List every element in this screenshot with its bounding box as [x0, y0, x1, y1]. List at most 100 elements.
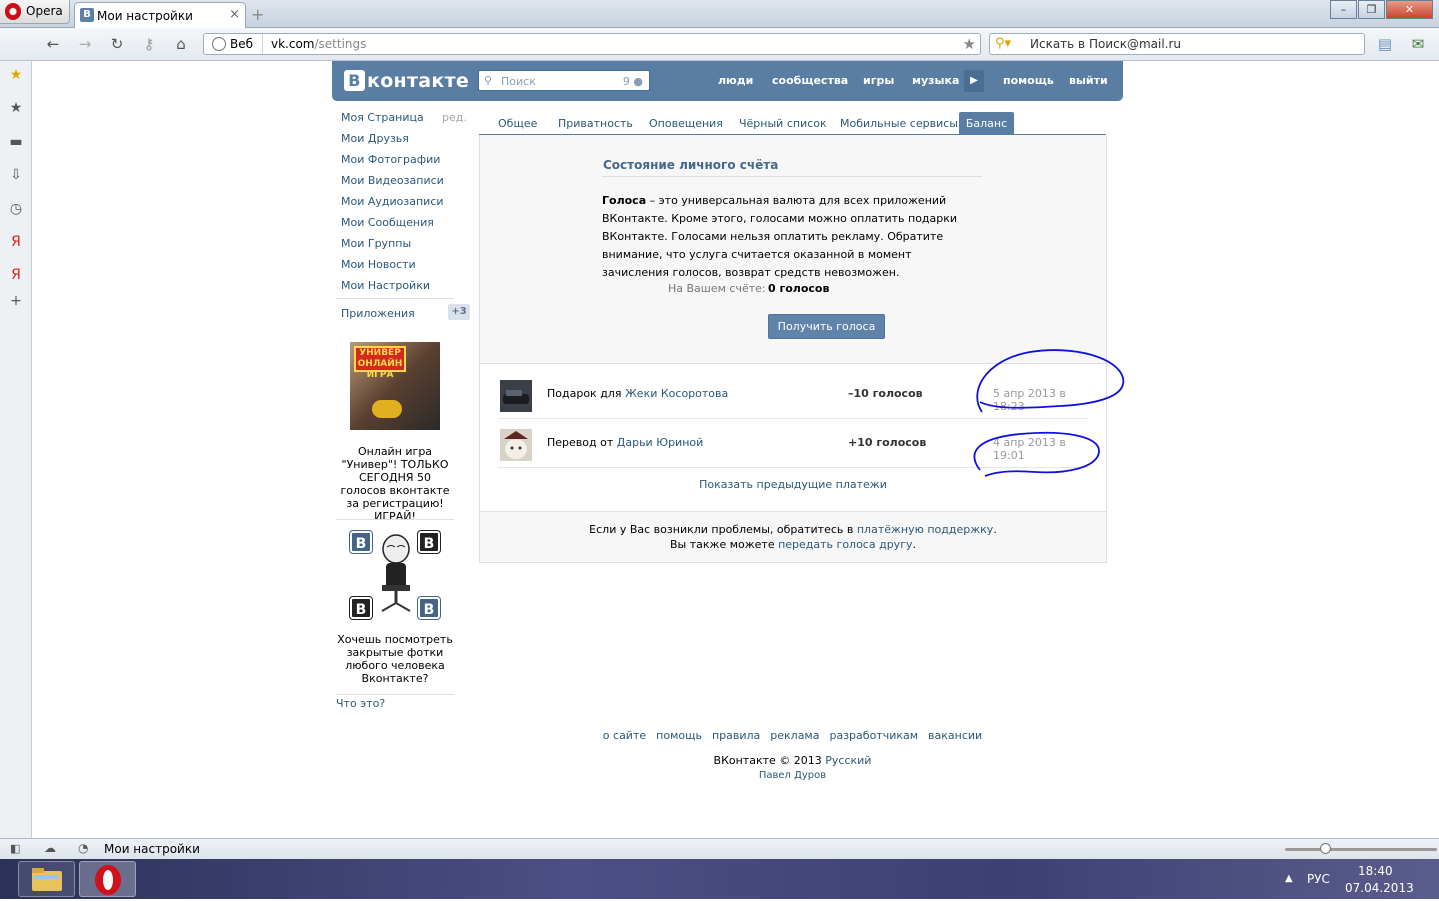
tab-general[interactable]: Общее — [498, 117, 537, 130]
ads-what-is-this-link[interactable]: Что это? — [336, 697, 385, 710]
tab-mobile[interactable]: Мобильные сервисы — [840, 117, 958, 130]
status-text: Мои настройки — [104, 842, 200, 856]
nav-logout[interactable]: выйти — [1069, 74, 1108, 87]
browser-tab-bar: Opera В Мои настройки × + – ❐ ✕ — [0, 0, 1439, 28]
footer-ads-link[interactable]: реклама — [770, 729, 819, 742]
tray-expand-icon[interactable]: ▲ — [1285, 873, 1293, 884]
menu-my-videos[interactable]: Мои Видеозаписи — [341, 174, 444, 187]
transaction-row: Подарок для Жеки Косоротова –10 голосов … — [498, 370, 1088, 419]
transfer-votes-link[interactable]: передать голоса другу — [778, 538, 912, 551]
ad-meme-image[interactable]: B B B B — [348, 529, 442, 621]
browser-tab-active[interactable]: В Мои настройки × — [74, 2, 246, 28]
footer-author-link[interactable]: Павел Дуров — [479, 770, 1106, 781]
address-mode-indicator[interactable]: Веб — [204, 34, 263, 54]
address-bar[interactable]: Веб vk.com/settings ★ — [203, 33, 981, 55]
account-label: На Вашем счёте: — [668, 282, 766, 295]
opera-menu-button[interactable]: Opera — [0, 0, 70, 24]
speed-icon[interactable]: ◔ — [78, 841, 88, 855]
mail-icon[interactable]: ✉ — [1409, 35, 1427, 53]
avatar[interactable] — [500, 380, 532, 412]
nav-music[interactable]: музыка — [912, 74, 959, 87]
language-indicator[interactable]: РУС — [1307, 872, 1330, 886]
account-value: 0 голосов — [768, 282, 830, 295]
search-engine-icon[interactable]: ⚲▾ — [995, 36, 1011, 51]
tab-notifications[interactable]: Оповещения — [649, 117, 723, 130]
zoom-slider[interactable] — [1285, 843, 1437, 854]
footer-rules-link[interactable]: правила — [712, 729, 760, 742]
opera-taskbar-button[interactable] — [79, 861, 136, 897]
browser-status-bar: ◧ ☁ ◔ Мои настройки — [0, 838, 1439, 859]
footer-developers-link[interactable]: разработчикам — [829, 729, 918, 742]
zoom-slider-handle[interactable] — [1320, 843, 1331, 854]
new-tab-icon[interactable]: + — [251, 5, 264, 24]
home-icon[interactable]: ⌂ — [172, 35, 190, 53]
vk-logo[interactable]: Вконтакте — [344, 70, 469, 92]
speed-dial-star-icon[interactable]: ★ — [8, 100, 24, 116]
nav-communities[interactable]: сообщества — [772, 74, 848, 87]
history-icon[interactable]: ◷ — [8, 201, 24, 217]
page-tools-icon[interactable]: ▤ — [1376, 35, 1394, 53]
transaction-user-link[interactable]: Дарьи Юриной — [617, 436, 704, 449]
reload-icon[interactable]: ↻ — [108, 35, 126, 53]
vk-badge-icon: B — [350, 531, 372, 553]
close-window-button[interactable]: ✕ — [1386, 0, 1433, 19]
explorer-taskbar-button[interactable] — [18, 861, 75, 897]
browser-nav-bar: ← → ↻ ⚷ ⌂ Веб vk.com/settings ★ ⚲▾ Искат… — [0, 28, 1439, 61]
payment-support-link[interactable]: платёжную поддержку — [857, 523, 993, 536]
panel-toggle-icon[interactable]: ◧ — [10, 842, 20, 855]
menu-my-audio[interactable]: Мои Аудиозаписи — [341, 195, 444, 208]
yandex-icon-2[interactable]: Я — [8, 267, 24, 283]
avatar[interactable] — [500, 429, 532, 461]
footer-jobs-link[interactable]: вакансии — [928, 729, 982, 742]
nav-help[interactable]: помощь — [1003, 74, 1054, 87]
minimize-window-button[interactable]: – — [1330, 0, 1357, 19]
maximize-window-button[interactable]: ❐ — [1358, 0, 1385, 19]
menu-my-news[interactable]: Мои Новости — [341, 258, 416, 271]
browser-search-field[interactable]: ⚲▾ Искать в Поиск@mail.ru — [989, 33, 1365, 55]
ad-univer-image[interactable]: УНИВЕР ОНЛАЙН ИГРА — [350, 342, 440, 430]
cloud-icon[interactable]: ☁ — [44, 841, 56, 855]
opera-logo-icon — [5, 3, 21, 20]
system-tray: ▲ РУС 18:40 07.04.2013 — [1279, 859, 1439, 899]
yandex-icon[interactable]: Я — [8, 234, 24, 250]
transaction-user-link[interactable]: Жеки Косоротова — [625, 387, 728, 400]
forward-icon[interactable]: → — [76, 35, 94, 53]
menu-my-friends[interactable]: Мои Друзья — [341, 132, 409, 145]
clock-time[interactable]: 18:40 — [1358, 864, 1393, 878]
nav-games[interactable]: игры — [863, 74, 894, 87]
menu-my-settings[interactable]: Мои Настройки — [341, 279, 430, 292]
tab-close-icon[interactable]: × — [229, 7, 240, 22]
clock-date[interactable]: 07.04.2013 — [1345, 881, 1414, 895]
notes-icon[interactable]: ▬ — [8, 134, 24, 150]
apps-count-badge[interactable]: +3 — [448, 304, 470, 320]
menu-apps[interactable]: Приложения — [341, 307, 415, 320]
tab-balance[interactable]: Баланс — [959, 112, 1014, 135]
url-text[interactable]: vk.com/settings — [271, 37, 366, 51]
flowers-graphic — [372, 400, 402, 418]
menu-my-groups[interactable]: Мои Группы — [341, 237, 411, 250]
tab-blacklist[interactable]: Чёрный список — [739, 117, 827, 130]
menu-divider — [336, 298, 454, 299]
menu-my-messages[interactable]: Мои Сообщения — [341, 216, 434, 229]
music-play-icon[interactable]: ▶ — [964, 70, 984, 92]
menu-my-photos[interactable]: Мои Фотографии — [341, 153, 440, 166]
footer-help-link[interactable]: помощь — [656, 729, 702, 742]
back-icon[interactable]: ← — [44, 35, 62, 53]
nav-people[interactable]: люди — [718, 74, 753, 87]
ad-univer-text[interactable]: Онлайн игра "Универ"! ТОЛЬКО СЕГОДНЯ 50 … — [336, 445, 454, 523]
add-panel-icon[interactable]: + — [8, 293, 24, 309]
show-previous-payments-link[interactable]: Показать предыдущие платежи — [480, 478, 1106, 491]
tab-privacy[interactable]: Приватность — [558, 117, 633, 130]
menu-my-page[interactable]: Моя Страница — [341, 111, 424, 124]
footer-about-link[interactable]: о сайте — [603, 729, 646, 742]
vk-search-input[interactable]: ⚲ Поиск 9 ● — [478, 70, 650, 91]
menu-edit-link[interactable]: ред. — [442, 111, 467, 124]
ad-meme-text[interactable]: Хочешь посмотреть закрытые фотки любого … — [336, 633, 454, 685]
get-votes-button[interactable]: Получить голоса — [768, 314, 885, 339]
bookmark-star-icon[interactable]: ★ — [963, 35, 976, 53]
bookmarks-icon[interactable]: ★ — [8, 67, 24, 83]
balance-summary: Состояние личного счёта Голоса – это уни… — [480, 135, 1106, 364]
downloads-icon[interactable]: ⇩ — [8, 167, 24, 183]
wand-key-icon[interactable]: ⚷ — [140, 35, 158, 53]
language-link[interactable]: Русский — [825, 754, 871, 767]
